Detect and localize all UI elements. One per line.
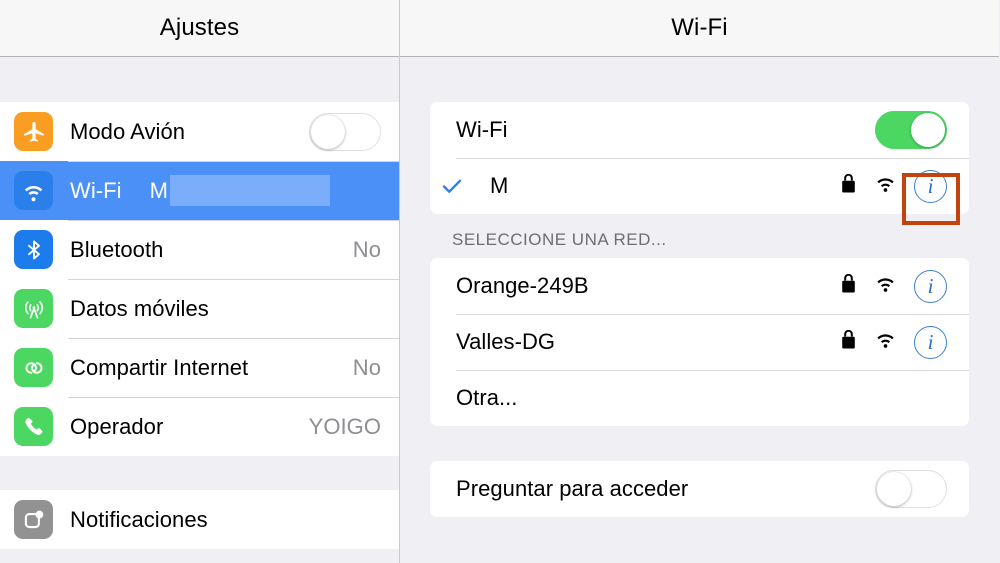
sidebar-item-label: Compartir Internet xyxy=(70,354,249,380)
settings-sidebar: Ajustes Modo Avión Wi-Fi M Bluetooth No … xyxy=(0,0,400,563)
page-title: Ajustes xyxy=(159,14,240,41)
wifi-icon xyxy=(14,171,53,210)
phone-icon xyxy=(14,407,53,446)
detail-top-spacer xyxy=(400,57,999,102)
sidebar-item-label: Modo Avión xyxy=(70,118,186,144)
network-row-icons: i xyxy=(840,269,947,303)
ask-to-join-label: Preguntar para acceder xyxy=(456,476,689,501)
sidebar-item-label: Operador xyxy=(70,413,164,439)
wifi-toggle[interactable] xyxy=(875,111,947,149)
checkmark-icon xyxy=(440,174,466,198)
wifi-detail-pane: Wi-Fi Wi-Fi M i SELECCIONE UNA RED... Or… xyxy=(400,0,999,563)
toggle-knob xyxy=(877,472,911,506)
choose-network-header: SELECCIONE UNA RED... xyxy=(452,230,667,249)
lock-icon xyxy=(840,273,857,299)
network-row[interactable]: Orange-249B i xyxy=(430,258,969,314)
network-row[interactable]: Valles-DG i xyxy=(430,314,969,370)
airplane-icon xyxy=(14,112,53,151)
wifi-toggle-row[interactable]: Wi-Fi xyxy=(430,102,969,158)
sidebar-item-value: No xyxy=(352,236,381,262)
wifi-status-card: Wi-Fi M i xyxy=(430,102,969,214)
lock-icon xyxy=(840,329,857,355)
bluetooth-icon xyxy=(14,230,53,269)
toggle-knob xyxy=(311,114,345,149)
detail-page-title: Wi-Fi xyxy=(671,14,728,41)
sidebar-item-cellular-data[interactable]: Datos móviles xyxy=(0,279,399,338)
sidebar-item-wifi[interactable]: Wi-Fi M xyxy=(0,161,399,221)
sidebar-item-value: YOIGO xyxy=(308,413,381,439)
network-info-button[interactable]: i xyxy=(914,325,947,359)
sidebar-item-airplane-mode[interactable]: Modo Avión xyxy=(0,102,399,161)
ask-to-join-row[interactable]: Preguntar para acceder xyxy=(430,461,969,517)
network-name: Orange-249B xyxy=(456,273,589,298)
sidebar-item-label: Bluetooth xyxy=(70,236,164,262)
wifi-signal-icon xyxy=(873,174,898,198)
sidebar-group-spacer xyxy=(0,456,399,490)
connected-network-row[interactable]: M i xyxy=(430,158,969,214)
network-row-other[interactable]: Otra... xyxy=(430,370,969,426)
sidebar-item-carrier[interactable]: Operador YOIGO xyxy=(0,397,399,456)
toggle-knob xyxy=(911,113,945,147)
notifications-icon xyxy=(14,500,53,539)
sidebar-item-value: M xyxy=(149,177,168,203)
lock-icon xyxy=(840,173,857,199)
available-networks-card: Orange-249B i Valles-DG i Otra... xyxy=(430,258,969,426)
sidebar-item-label: Notificaciones xyxy=(70,506,208,532)
sidebar-item-value: No xyxy=(352,354,381,380)
network-name: Valles-DG xyxy=(456,329,556,354)
wifi-toggle-label: Wi-Fi xyxy=(456,117,508,142)
sidebar-group-system: Notificaciones xyxy=(0,490,399,549)
detail-navigation-bar: Wi-Fi xyxy=(400,0,999,57)
ask-to-join-card: Preguntar para acceder xyxy=(430,461,969,517)
network-name: Otra... xyxy=(456,385,518,410)
sidebar-item-bluetooth[interactable]: Bluetooth No xyxy=(0,220,399,279)
detail-bottom-spacer xyxy=(400,426,999,461)
network-row-icons: i xyxy=(840,325,947,359)
sidebar-navigation-bar: Ajustes xyxy=(0,0,399,57)
tethering-icon xyxy=(14,348,53,387)
sidebar-item-notifications[interactable]: Notificaciones xyxy=(0,490,399,549)
sidebar-top-spacer xyxy=(0,57,399,102)
sidebar-item-label: Datos móviles xyxy=(70,295,209,321)
ask-to-join-toggle[interactable] xyxy=(875,470,947,508)
network-name: M xyxy=(490,173,509,198)
network-info-button[interactable]: i xyxy=(914,169,947,203)
wifi-signal-icon xyxy=(873,330,898,354)
network-info-button[interactable]: i xyxy=(914,269,947,303)
sidebar-item-label: Wi-Fi xyxy=(70,177,122,203)
network-row-icons: i xyxy=(840,169,947,203)
settings-split-view: Ajustes Modo Avión Wi-Fi M Bluetooth No … xyxy=(0,0,1000,563)
sidebar-item-personal-hotspot[interactable]: Compartir Internet No xyxy=(0,338,399,397)
redaction-overlay xyxy=(169,175,330,206)
wifi-signal-icon xyxy=(873,274,898,298)
cellular-icon xyxy=(14,289,53,328)
sidebar-group-connectivity: Modo Avión Wi-Fi M Bluetooth No Datos mó… xyxy=(0,102,399,456)
airplane-mode-toggle[interactable] xyxy=(309,112,381,151)
